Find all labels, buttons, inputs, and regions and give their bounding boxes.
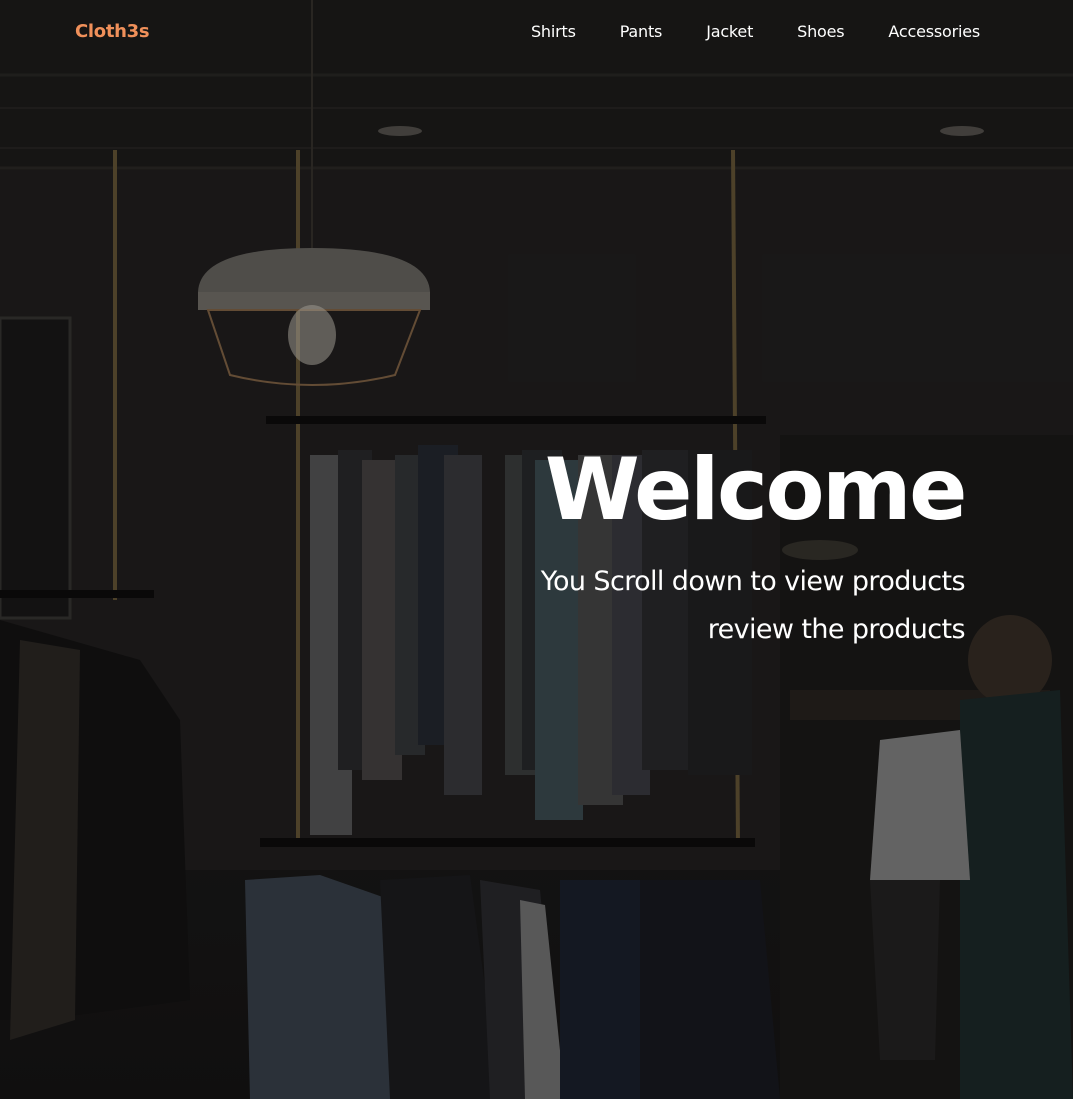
nav-link-accessories[interactable]: Accessories	[888, 22, 980, 41]
hero-text-block: Welcome You Scroll down to view products…	[540, 440, 968, 654]
nav-menu: Shirts Pants Jacket Shoes Accessories	[531, 22, 980, 41]
hero-subtitle-line-2: review the products	[707, 614, 966, 645]
nav-link-shirts[interactable]: Shirts	[531, 22, 576, 41]
hero-title: Welcome	[544, 440, 968, 540]
hero-section: Cloth3s Shirts Pants Jacket Shoes Access…	[0, 0, 1073, 1099]
nav-link-shoes[interactable]: Shoes	[797, 22, 844, 41]
brand-logo[interactable]: Cloth3s	[75, 21, 150, 42]
hero-subtitle: You Scroll down to view products review …	[540, 558, 966, 654]
nav-link-pants[interactable]: Pants	[620, 22, 663, 41]
navbar: Cloth3s Shirts Pants Jacket Shoes Access…	[0, 0, 1073, 66]
nav-link-jacket[interactable]: Jacket	[706, 22, 753, 41]
hero-subtitle-line-1: You Scroll down to view products	[540, 566, 966, 597]
